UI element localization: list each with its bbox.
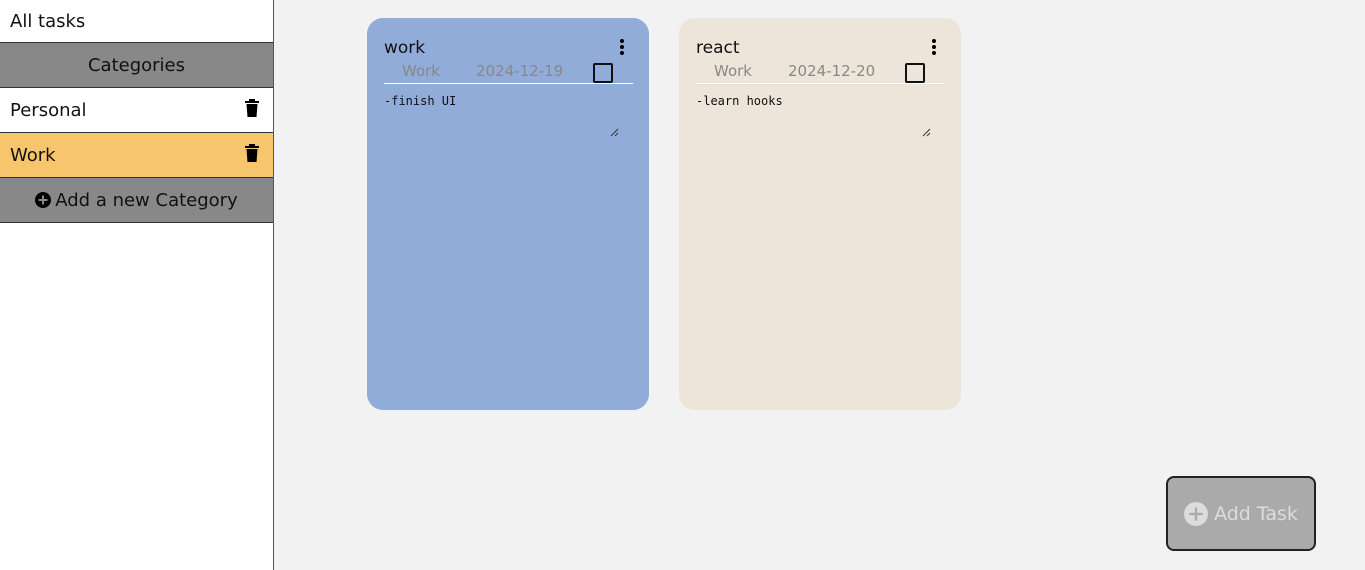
sidebar-item-personal[interactable]: Personal <box>0 88 273 133</box>
trash-icon[interactable] <box>245 99 259 117</box>
kebab-menu-icon[interactable] <box>617 38 627 56</box>
add-task-label: Add Task <box>1214 502 1298 525</box>
task-meta: Work 2024-12-19 <box>384 60 633 84</box>
task-card[interactable]: react Work 2024-12-20 -learn hooks <box>679 18 961 410</box>
task-category: Work <box>714 61 752 80</box>
sidebar-item-work[interactable]: Work <box>0 133 273 178</box>
task-note[interactable]: -finish UI <box>384 94 637 128</box>
sidebar-item-label: Personal <box>10 99 87 121</box>
resize-grip-icon[interactable] <box>922 128 931 137</box>
sidebar-item-label: Work <box>10 144 56 166</box>
task-date: 2024-12-19 <box>476 61 564 80</box>
all-tasks-label: All tasks <box>10 10 86 32</box>
categories-header-label: Categories <box>87 54 186 76</box>
task-category: Work <box>402 61 440 80</box>
task-date: 2024-12-20 <box>788 61 876 80</box>
add-category-label: Add a new Category <box>55 189 238 211</box>
add-task-button[interactable]: Add Task <box>1166 476 1316 551</box>
task-card[interactable]: work Work 2024-12-19 -finish UI <box>367 18 649 410</box>
task-title: work <box>384 38 426 58</box>
resize-grip-icon[interactable] <box>610 128 619 137</box>
task-complete-checkbox[interactable] <box>905 63 925 83</box>
task-complete-checkbox[interactable] <box>593 63 613 83</box>
categories-header: Categories <box>0 43 273 88</box>
kebab-menu-icon[interactable] <box>929 38 939 56</box>
plus-circle-icon <box>35 192 52 208</box>
trash-icon[interactable] <box>245 144 259 162</box>
task-meta: Work 2024-12-20 <box>696 60 945 84</box>
task-note[interactable]: -learn hooks <box>696 94 949 128</box>
plus-circle-icon <box>1184 501 1209 526</box>
sidebar: All tasks Categories Personal Work Add a… <box>0 0 274 570</box>
task-title: react <box>696 38 740 58</box>
all-tasks-item[interactable]: All tasks <box>0 0 273 43</box>
add-category-button[interactable]: Add a new Category <box>0 178 273 223</box>
